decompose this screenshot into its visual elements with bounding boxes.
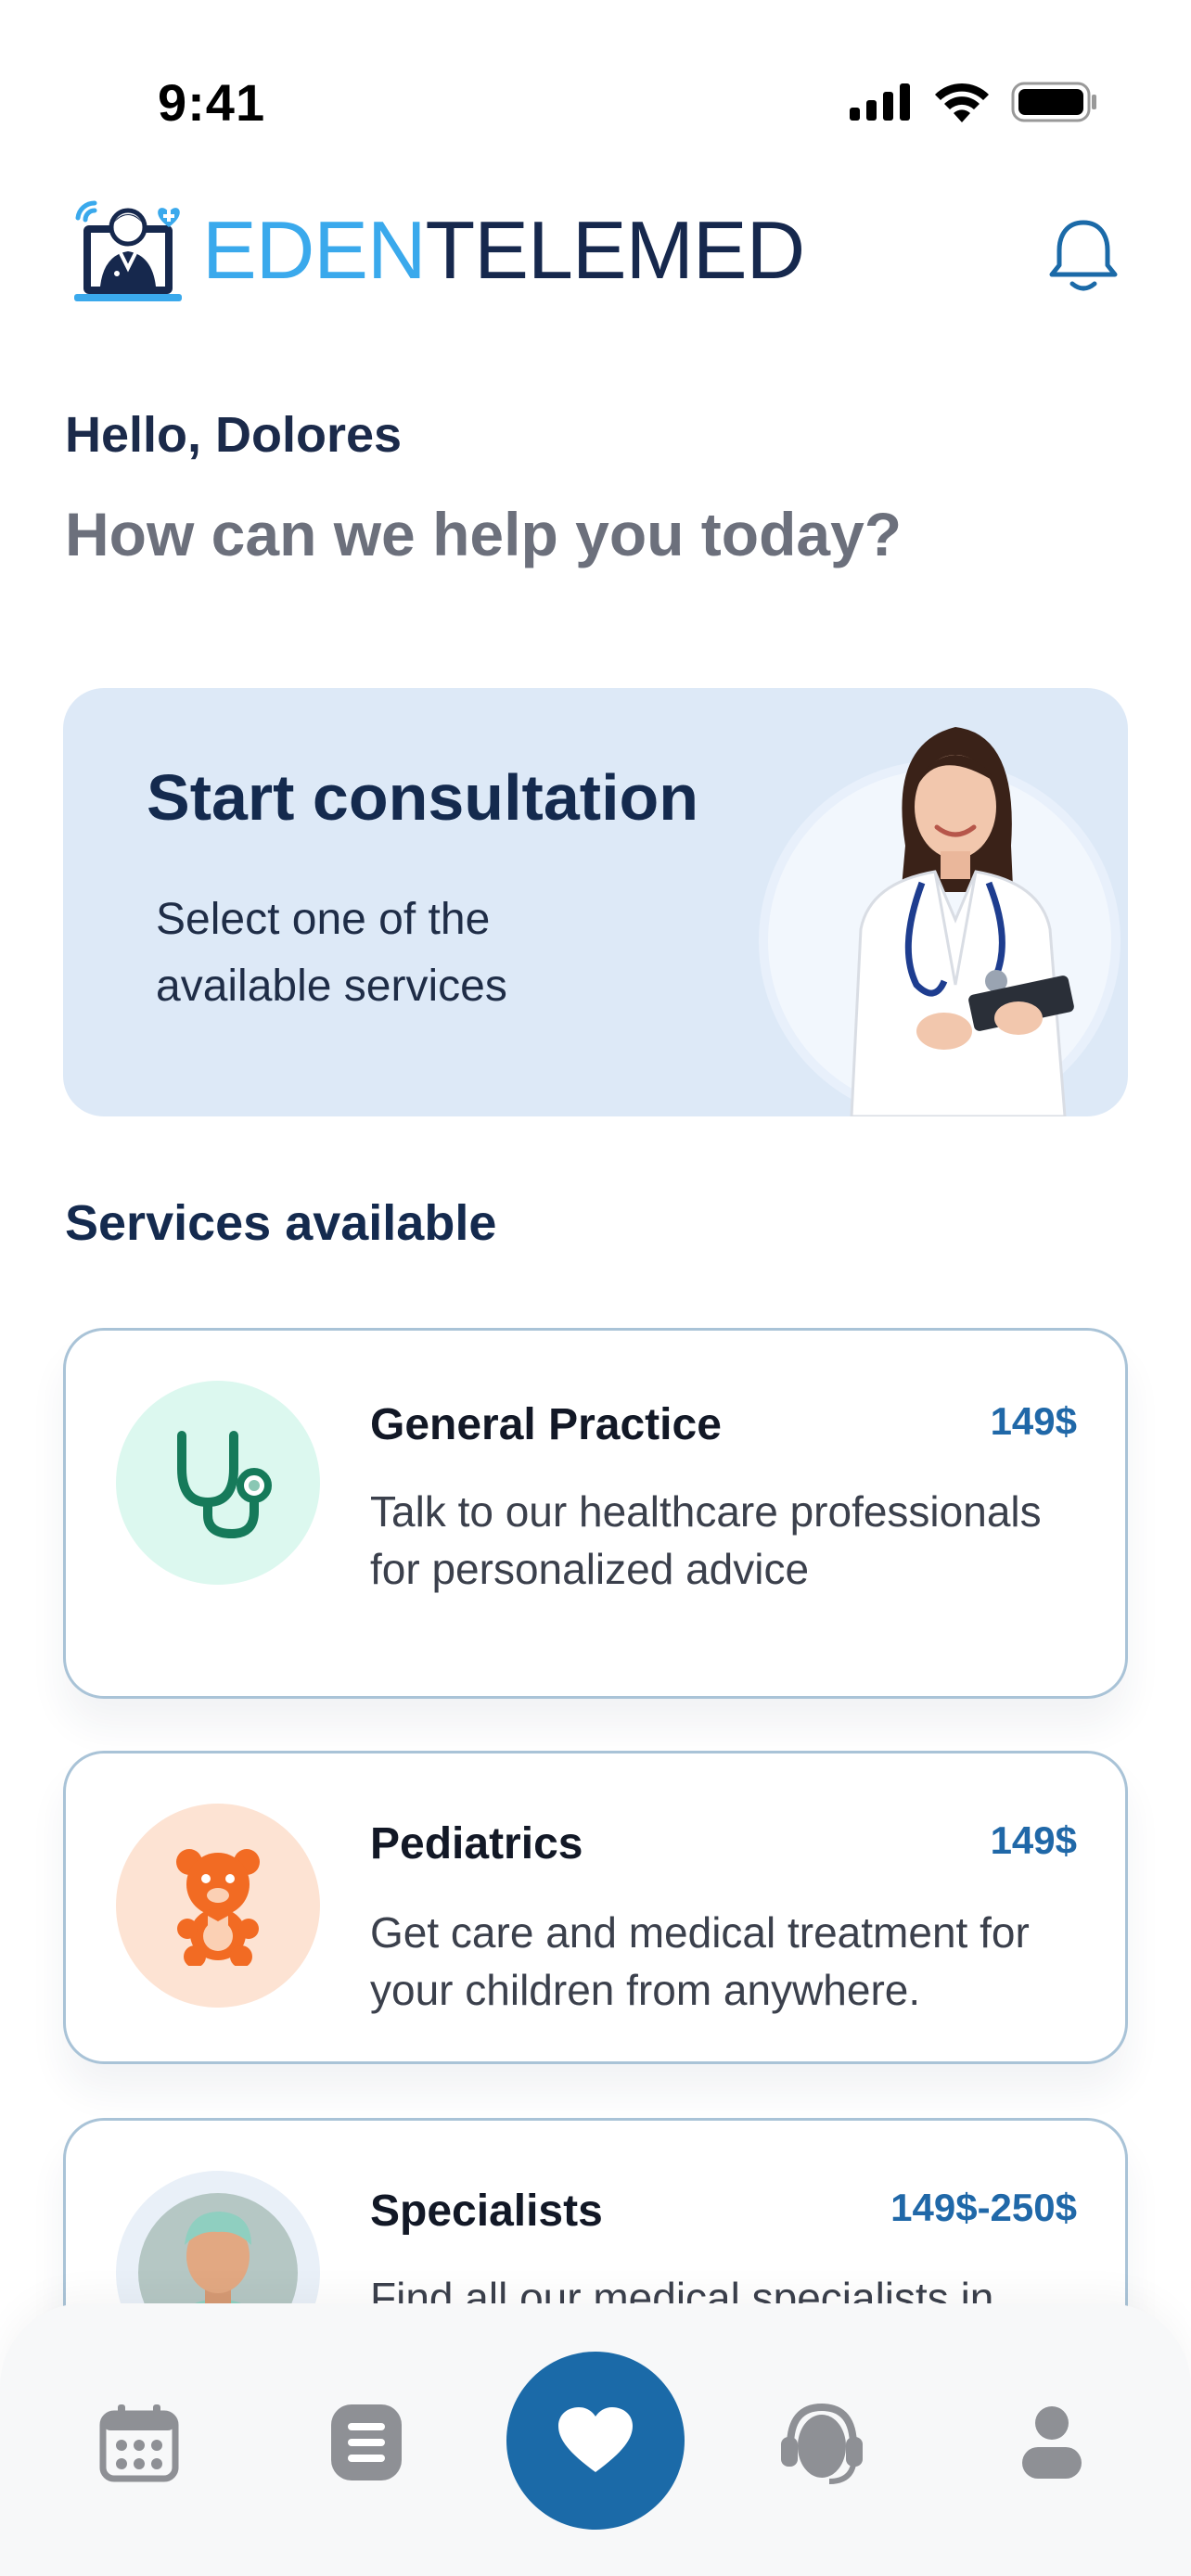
service-price: 149$ [990, 1818, 1077, 1862]
consultation-subtitle: Select one of the available services [156, 895, 507, 1011]
brand-logo: EDENTELEMED [72, 190, 805, 311]
service-description: Talk to our healthcare professionals for… [370, 1487, 1042, 1593]
start-consultation-card[interactable]: Start consultation Select one of the ava… [63, 688, 1128, 1116]
teddy-bear-icon [176, 1849, 260, 1966]
battery-icon [1011, 82, 1096, 122]
service-description: Get care and medical treatment for your … [370, 1908, 1030, 2014]
heart-icon [558, 2407, 633, 2472]
service-icon-wrapper [116, 1804, 320, 2008]
service-card-pediatrics[interactable]: Pediatrics 149$ Get care and medical tre… [63, 1751, 1128, 2064]
nav-calendar[interactable] [93, 2396, 186, 2489]
profile-icon [1022, 2406, 1082, 2479]
stethoscope-icon [177, 1431, 272, 1539]
service-price: 149$-250$ [890, 2186, 1077, 2229]
records-icon [331, 2404, 402, 2480]
bottom-navigation [0, 2303, 1191, 2576]
service-icon-wrapper [116, 1381, 320, 1585]
status-time: 9:41 [158, 73, 266, 132]
nav-support[interactable] [775, 2396, 868, 2489]
nav-home[interactable] [506, 2352, 685, 2530]
status-icons [850, 82, 1098, 122]
help-prompt: How can we help you today? [65, 500, 903, 568]
brand-name-part2: TELEMED [425, 204, 806, 296]
nav-profile[interactable] [1005, 2396, 1098, 2489]
brand-name-part1: EDEN [202, 204, 426, 296]
doctor-laptop-icon [74, 200, 182, 301]
doctor-illustration [850, 727, 1074, 1116]
services-section-title: Services available [65, 1195, 497, 1251]
service-card-general-practice[interactable]: General Practice 149$ Talk to our health… [63, 1328, 1128, 1699]
consultation-title: Start consultation [147, 761, 699, 834]
signal-icon [850, 83, 910, 121]
support-icon [781, 2403, 863, 2484]
service-name: Specialists [370, 2187, 603, 2236]
notification-bell-icon[interactable] [1046, 215, 1121, 295]
greeting-text: Hello, Dolores [65, 407, 403, 463]
service-name: Pediatrics [370, 1819, 583, 1868]
nav-records[interactable] [320, 2396, 413, 2489]
home-screen: 9:41 EDENTELEMED Hello, Dolores How can … [0, 0, 1191, 2576]
service-price: 149$ [990, 1399, 1077, 1443]
brand-name: EDENTELEMED [202, 210, 805, 291]
calendar-icon [99, 2404, 179, 2482]
service-name: General Practice [370, 1400, 722, 1449]
wifi-icon [935, 83, 989, 122]
